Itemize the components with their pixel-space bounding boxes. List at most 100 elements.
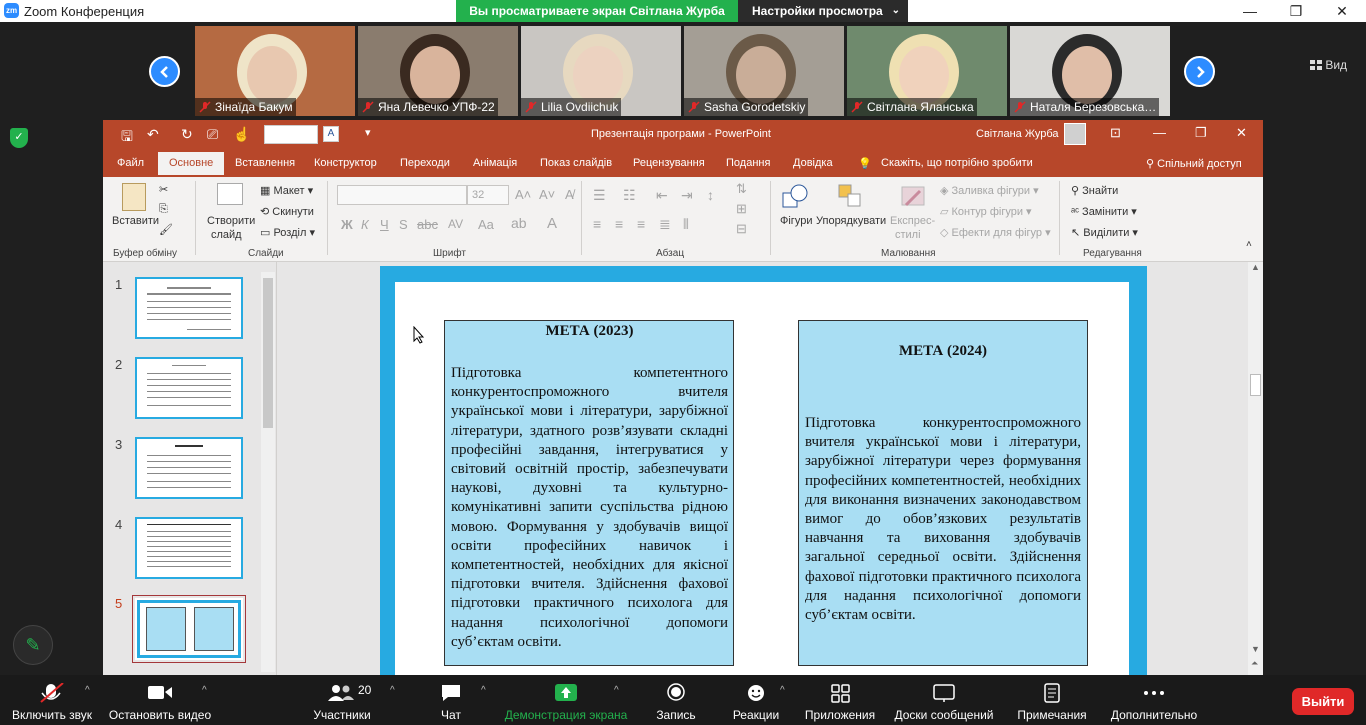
collapse-ribbon-icon[interactable]: ˄ <box>1246 239 1252 250</box>
ppt-minimize-icon[interactable]: — <box>1153 125 1166 140</box>
leave-meeting-button[interactable]: Выйти <box>1292 688 1354 715</box>
unmute-button[interactable]: ^ Включить звук <box>6 675 98 725</box>
slide-thumbnail-4[interactable] <box>135 517 243 579</box>
font-family-box[interactable] <box>337 185 467 205</box>
qa-font-color-icon[interactable]: A <box>323 126 339 142</box>
tab-help[interactable]: Довідка <box>793 157 833 169</box>
present-icon[interactable]: ⎚ <box>207 126 218 143</box>
close-button[interactable]: ✕ <box>1319 0 1365 22</box>
slide-scrollbar-thumb[interactable] <box>1250 374 1261 396</box>
slide-thumbnail-5[interactable] <box>132 595 246 663</box>
copy-icon[interactable]: ⎘ <box>159 203 168 216</box>
ppt-close-icon[interactable]: ✕ <box>1236 125 1247 141</box>
chevron-up-icon[interactable]: ^ <box>481 685 486 696</box>
tab-transitions[interactable]: Переходи <box>400 157 450 169</box>
goal-2024-box[interactable]: МЕТА (2024) Підготовка конкурентоспромож… <box>798 320 1088 666</box>
grow-font-icon[interactable]: A˄ <box>515 187 531 202</box>
tell-me-box[interactable]: Скажіть, що потрібно зробити <box>881 157 1033 169</box>
char-spacing-icon[interactable]: AV <box>448 217 463 231</box>
view-switch-button[interactable]: Вид <box>1310 58 1347 72</box>
undo-icon[interactable]: ↶ <box>147 126 159 143</box>
slide-thumbnail-3[interactable] <box>135 437 243 499</box>
font-size-box[interactable]: 32 <box>467 185 509 205</box>
highlight-icon[interactable]: ab <box>511 215 527 231</box>
format-painter-icon[interactable]: 🖌 <box>159 223 173 236</box>
goal-2023-box[interactable]: МЕТА (2023) Підготовка компетентного кон… <box>444 320 734 666</box>
more-button[interactable]: Дополнительно <box>1104 675 1204 725</box>
italic-icon[interactable]: К <box>361 217 369 232</box>
participant-video-tile[interactable]: Sasha Gorodetskiy <box>684 26 844 116</box>
scrollbar-thumb[interactable] <box>263 278 273 428</box>
tab-home[interactable]: Основне <box>158 152 225 175</box>
cut-icon[interactable]: ✂ <box>159 183 168 196</box>
user-avatar[interactable] <box>1064 123 1086 145</box>
line-spacing-icon[interactable]: ↕ <box>707 187 714 203</box>
shape-outline-button[interactable]: ▱ Контур фігури ▾ <box>940 205 1032 218</box>
layout-button[interactable]: ▦ Макет ▾ <box>260 184 313 197</box>
save-icon[interactable]: 🖫 <box>121 126 133 150</box>
font-color-icon[interactable]: A <box>547 215 557 232</box>
touch-mode-icon[interactable]: ☝ <box>233 126 250 143</box>
text-direction-icon[interactable]: ⇅ <box>736 181 747 197</box>
paste-icon[interactable] <box>122 183 146 211</box>
underline-icon[interactable]: Ч <box>380 217 389 232</box>
decrease-indent-icon[interactable]: ⇤ <box>656 187 668 204</box>
redo-icon[interactable]: ↻ <box>181 126 193 143</box>
participant-video-tile[interactable]: Наталя Березовська… <box>1010 26 1170 116</box>
participants-button[interactable]: 20 Участники <box>302 675 382 725</box>
reactions-button[interactable]: Реакции <box>728 675 784 725</box>
scroll-up-icon[interactable]: ▲ <box>1251 262 1260 272</box>
align-text-icon[interactable]: ⊞ <box>736 201 747 217</box>
minimize-button[interactable]: — <box>1227 0 1273 22</box>
new-slide-label-2[interactable]: слайд <box>211 229 242 241</box>
new-slide-label-1[interactable]: Створити <box>207 215 255 227</box>
change-case-icon[interactable]: Aa <box>478 217 494 232</box>
arrange-icon[interactable] <box>837 183 863 209</box>
shapes-label[interactable]: Фігури <box>780 215 812 227</box>
chevron-up-icon[interactable]: ^ <box>390 685 395 696</box>
quick-styles-icon[interactable] <box>900 183 928 211</box>
tab-slideshow[interactable]: Показ слайдів <box>540 157 612 169</box>
tab-view[interactable]: Подання <box>726 157 770 169</box>
increase-indent-icon[interactable]: ⇥ <box>681 187 693 204</box>
strike-icon[interactable]: abc <box>417 217 438 232</box>
chevron-up-icon[interactable]: ^ <box>614 685 619 696</box>
chat-button[interactable]: Чат <box>426 675 476 725</box>
slide-scrollbar[interactable]: ▲ ▼ ⏶ <box>1248 262 1263 675</box>
view-options-dropdown[interactable]: Настройки просмотра ⌄ <box>738 0 908 22</box>
participant-video-tile[interactable]: Яна Левечко УПФ-22 <box>358 26 518 116</box>
gallery-prev-button[interactable] <box>149 56 180 87</box>
qa-font-box[interactable] <box>264 125 318 144</box>
annotate-pen-icon[interactable]: ✎ <box>13 625 53 665</box>
bold-icon[interactable]: Ж <box>341 217 353 232</box>
smartart-icon[interactable]: ⊟ <box>736 221 747 237</box>
notes-button[interactable]: Примечания <box>1012 675 1092 725</box>
share-screen-button[interactable]: Демонстрация экрана <box>500 675 632 725</box>
ribbon-display-icon[interactable]: ⊡ <box>1110 125 1121 141</box>
shapes-icon[interactable] <box>781 183 811 211</box>
security-shield-icon[interactable]: ✓ <box>10 128 28 148</box>
paste-label[interactable]: Вставити <box>112 215 159 227</box>
new-slide-icon[interactable] <box>217 183 243 205</box>
tab-design[interactable]: Конструктор <box>314 157 377 169</box>
section-button[interactable]: ▭ Розділ ▾ <box>260 226 315 239</box>
numbering-icon[interactable]: ☷ <box>623 187 636 204</box>
slide-thumbnail-1[interactable] <box>135 277 243 339</box>
stop-video-button[interactable]: ^ Остановить видео <box>104 675 216 725</box>
ppt-restore-icon[interactable]: ❐ <box>1195 125 1207 141</box>
align-center-icon[interactable]: ≡ <box>615 216 623 232</box>
scroll-down-icon[interactable]: ▼ <box>1251 644 1260 654</box>
select-button[interactable]: ↖ Виділити ▾ <box>1071 226 1138 239</box>
thumbnails-scrollbar[interactable] <box>261 272 275 672</box>
share-access-button[interactable]: ⚲ Спільний доступ <box>1146 157 1242 170</box>
columns-icon[interactable]: ⫴ <box>683 216 689 233</box>
slide-canvas[interactable]: МЕТА (2023) Підготовка компетентного кон… <box>395 282 1129 675</box>
justify-icon[interactable]: ≣ <box>659 216 671 233</box>
align-right-icon[interactable]: ≡ <box>637 216 645 232</box>
shape-fill-button[interactable]: ◈ Заливка фігури ▾ <box>940 184 1039 197</box>
current-slide[interactable]: МЕТА (2023) Підготовка компетентного кон… <box>380 266 1147 675</box>
shape-effects-button[interactable]: ◇ Ефекти для фігур ▾ <box>940 226 1051 239</box>
customize-qat-icon[interactable]: ▾ <box>365 126 371 139</box>
record-button[interactable]: Запись <box>648 675 704 725</box>
chevron-up-icon[interactable]: ^ <box>85 685 90 696</box>
